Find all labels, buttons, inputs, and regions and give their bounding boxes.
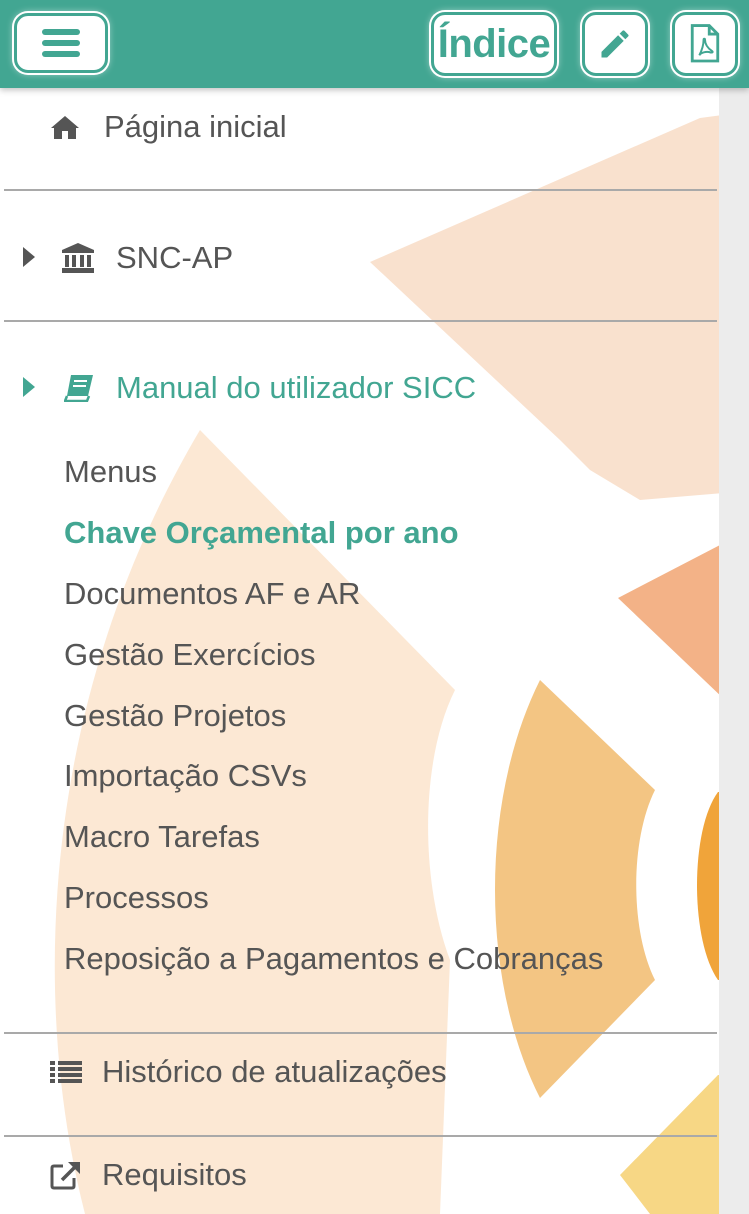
menu-item-manual-sicc[interactable]: Manual do utilizador SICC <box>64 369 476 407</box>
edit-button[interactable] <box>582 12 648 76</box>
pdf-file-icon <box>690 24 720 63</box>
menu-item-home-label: Página inicial <box>104 109 287 144</box>
top-bar: Índice <box>0 0 749 88</box>
menu-item-requirements[interactable]: Requisitos <box>50 1156 247 1194</box>
submenu-item[interactable]: Importação CSVs <box>64 758 307 794</box>
scrollbar[interactable] <box>719 88 749 1214</box>
submenu-item[interactable]: Processos <box>64 880 209 916</box>
list-icon <box>50 1061 82 1083</box>
submenu-item[interactable]: Documentos AF e AR <box>64 576 360 612</box>
submenu-item[interactable]: Macro Tarefas <box>64 819 260 855</box>
submenu-item-active[interactable]: Chave Orçamental por ano <box>64 515 459 551</box>
menu-item-manual-sicc-label: Manual do utilizador SICC <box>116 370 477 405</box>
book-icon <box>64 375 93 402</box>
menu-toggle-button[interactable] <box>14 13 108 73</box>
home-icon <box>51 116 79 139</box>
menu-divider <box>4 1135 717 1137</box>
bank-icon <box>62 243 94 273</box>
expand-caret-icon[interactable] <box>23 377 35 397</box>
external-link-icon <box>50 1162 80 1190</box>
submenu-item[interactable]: Reposição a Pagamentos e Cobranças <box>64 941 603 977</box>
submenu-item[interactable]: Menus <box>64 454 157 490</box>
menu-item-snc-ap-label: SNC-AP <box>116 240 234 275</box>
submenu-item[interactable]: Gestão Projetos <box>64 698 286 734</box>
pdf-button[interactable] <box>672 12 738 76</box>
pencil-icon <box>601 30 629 58</box>
menu-item-history-label: Histórico de atualizações <box>102 1054 447 1089</box>
submenu-item[interactable]: Gestão Exercícios <box>64 637 316 673</box>
menu-item-history[interactable]: Histórico de atualizações <box>50 1053 447 1091</box>
menu-divider <box>4 189 717 191</box>
menu-divider <box>4 320 717 322</box>
index-button-label: Índice <box>437 21 551 66</box>
menu-item-home[interactable]: Página inicial <box>50 108 287 146</box>
menu-item-requirements-label: Requisitos <box>102 1157 247 1192</box>
expand-caret-icon[interactable] <box>23 247 35 267</box>
index-button[interactable]: Índice <box>431 12 557 76</box>
hamburger-menu-icon <box>42 24 80 62</box>
menu-item-snc-ap[interactable]: SNC-AP <box>60 239 233 277</box>
menu-divider <box>4 1032 717 1034</box>
